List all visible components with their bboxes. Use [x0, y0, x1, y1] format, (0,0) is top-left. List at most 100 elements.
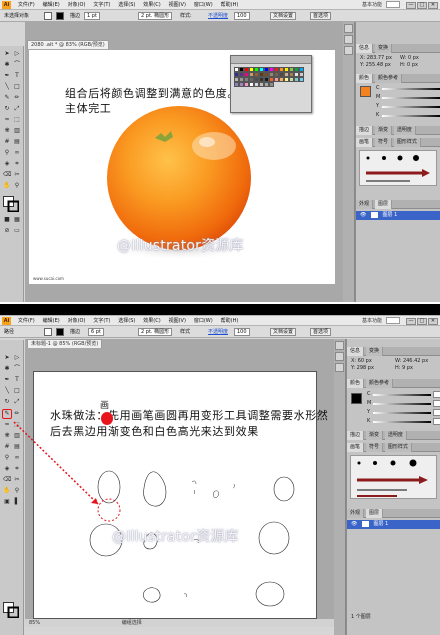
direct-selection-tool-icon[interactable]: ▷: [13, 50, 21, 58]
tab-color-guide[interactable]: 颜色参考: [365, 379, 393, 388]
screen-mode-icon[interactable]: ▭: [13, 227, 21, 235]
slider-k[interactable]: K: [367, 418, 440, 425]
tab-color[interactable]: 颜色: [356, 74, 374, 83]
pen-tool-icon[interactable]: ✒: [3, 72, 11, 80]
tab-stroke[interactable]: 描边: [356, 126, 374, 135]
menu-edit[interactable]: 编辑(E): [40, 0, 63, 10]
workspace-switcher[interactable]: 基本功能: [362, 1, 382, 8]
blend-tool-icon[interactable]: ∞: [13, 149, 21, 157]
menu-effect[interactable]: 效果(C): [140, 0, 163, 10]
tab-layers[interactable]: 图层: [365, 509, 383, 518]
layer-row[interactable]: 👁 图层 1: [356, 211, 440, 220]
maximize-button[interactable]: □: [417, 2, 427, 9]
document-tab[interactable]: 2080 .ait * @ 83% (RGB/预览): [27, 40, 109, 49]
rectangle-tool-icon[interactable]: □: [13, 83, 21, 91]
menu-view[interactable]: 视图(V): [166, 0, 189, 10]
color-swatch[interactable]: [299, 77, 304, 82]
menu-select[interactable]: 选择(S): [115, 0, 138, 10]
tab-color[interactable]: 颜色: [347, 379, 365, 388]
selection-tool-icon[interactable]: ➤: [3, 50, 11, 58]
slider-m[interactable]: M: [376, 94, 440, 101]
rotate-tool-icon[interactable]: ↻: [3, 105, 11, 113]
free-transform-tool-icon[interactable]: ⬚: [13, 116, 21, 124]
line-tool-icon[interactable]: ╲: [3, 83, 11, 91]
dock-panel-icon[interactable]: [335, 341, 344, 350]
brush-library[interactable]: [350, 455, 437, 499]
dock-panel-icon[interactable]: [344, 35, 353, 44]
dock-panel-icon[interactable]: [335, 352, 344, 361]
scale-tool-icon[interactable]: ⤢: [13, 105, 21, 113]
tab-brushes[interactable]: 画笔: [347, 443, 365, 452]
hand-tool-icon[interactable]: ✋: [3, 182, 11, 190]
dock-panel-icon[interactable]: [344, 46, 353, 55]
tab-gradient[interactable]: 渐变: [365, 431, 383, 440]
slider-c[interactable]: C: [376, 85, 440, 92]
tab-transparency[interactable]: 透明度: [384, 431, 407, 440]
live-paint-tool-icon[interactable]: ◈: [3, 160, 11, 168]
type-tool-icon[interactable]: T: [13, 72, 21, 80]
preferences-button[interactable]: 首选项: [310, 12, 332, 20]
symbol-sprayer-tool-icon[interactable]: ❋: [3, 127, 11, 135]
tab-brushes[interactable]: 画笔: [356, 138, 374, 147]
paintbrush-tool-icon[interactable]: ✎: [3, 94, 11, 102]
minimize-button[interactable]: —: [406, 2, 416, 9]
magic-wand-tool-icon[interactable]: ✱: [3, 61, 11, 69]
lasso-tool-icon[interactable]: ⌒: [13, 61, 21, 69]
slider-y[interactable]: Y: [367, 409, 440, 416]
brush-definition-select[interactable]: 2 pt. 椭圆形: [138, 12, 173, 20]
mesh-tool-icon[interactable]: #: [3, 138, 11, 146]
tab-transform[interactable]: 变换: [365, 347, 383, 356]
tab-transform[interactable]: 变换: [374, 44, 392, 53]
document-setup-button[interactable]: 文档设置: [270, 12, 297, 20]
eye-icon[interactable]: 👁: [360, 212, 366, 218]
pencil-tool-icon[interactable]: ✏: [13, 94, 21, 102]
swatch-grid[interactable]: [234, 67, 310, 87]
opacity-link[interactable]: 不透明度: [208, 12, 228, 20]
tab-graphic-styles[interactable]: 图形样式: [393, 138, 421, 147]
slider-m[interactable]: M: [367, 400, 440, 407]
menu-file[interactable]: 文件(F): [15, 0, 38, 10]
close-button[interactable]: ✕: [428, 2, 438, 9]
warp-tool-icon[interactable]: ≈: [3, 116, 11, 124]
slider-y[interactable]: Y: [376, 103, 440, 110]
stroke-swatch[interactable]: [56, 12, 64, 20]
dock-panel-icon[interactable]: [344, 24, 353, 33]
menu-type[interactable]: 文字(T): [90, 0, 113, 10]
tab-color-guide[interactable]: 颜色参考: [374, 74, 402, 83]
none-mode-icon[interactable]: ⊘: [3, 227, 11, 235]
color-mode-icon[interactable]: ■: [3, 216, 11, 224]
color-fill-preview[interactable]: [351, 393, 362, 404]
brush-library[interactable]: [359, 150, 437, 186]
slider-c[interactable]: C: [367, 391, 440, 398]
tab-appearance[interactable]: 外观: [356, 200, 374, 209]
tab-info[interactable]: 信息: [347, 347, 365, 356]
fill-stroke-icon[interactable]: [3, 196, 19, 212]
tab-stroke[interactable]: 描边: [347, 431, 365, 440]
fill-swatch[interactable]: [44, 12, 52, 20]
tab-transparency[interactable]: 透明度: [393, 126, 416, 135]
layer-row[interactable]: 👁 图层 1: [347, 520, 440, 529]
menu-window[interactable]: 窗口(W): [191, 0, 216, 10]
dock-panel-icon[interactable]: [335, 363, 344, 372]
slider-k[interactable]: K: [376, 112, 440, 119]
eyedropper-tool-icon[interactable]: ⚲: [3, 149, 11, 157]
tab-gradient[interactable]: 渐变: [374, 126, 392, 135]
gradient-mode-icon[interactable]: ▦: [13, 216, 21, 224]
menu-help[interactable]: 帮助(H): [218, 0, 242, 10]
tab-appearance[interactable]: 外观: [347, 509, 365, 518]
opacity-input[interactable]: 100: [234, 12, 250, 20]
stroke-weight-input[interactable]: 1 pt: [84, 12, 100, 20]
menu-object[interactable]: 对象(O): [65, 0, 89, 10]
tab-graphic-styles[interactable]: 图形样式: [384, 443, 412, 452]
tab-symbols[interactable]: 符号: [374, 138, 392, 147]
color-fill-preview[interactable]: [360, 86, 371, 97]
scissors-tool-icon[interactable]: ✂: [13, 171, 21, 179]
eye-icon[interactable]: 👁: [351, 521, 357, 527]
gradient-tool-icon[interactable]: ▤: [13, 138, 21, 146]
zoom-tool-icon[interactable]: ⚲: [13, 182, 21, 190]
slice-tool-icon[interactable]: ⌗: [13, 160, 21, 168]
tab-symbols[interactable]: 符号: [365, 443, 383, 452]
search-box[interactable]: [386, 1, 400, 8]
graph-tool-icon[interactable]: ▥: [13, 127, 21, 135]
tab-info[interactable]: 信息: [356, 44, 374, 53]
